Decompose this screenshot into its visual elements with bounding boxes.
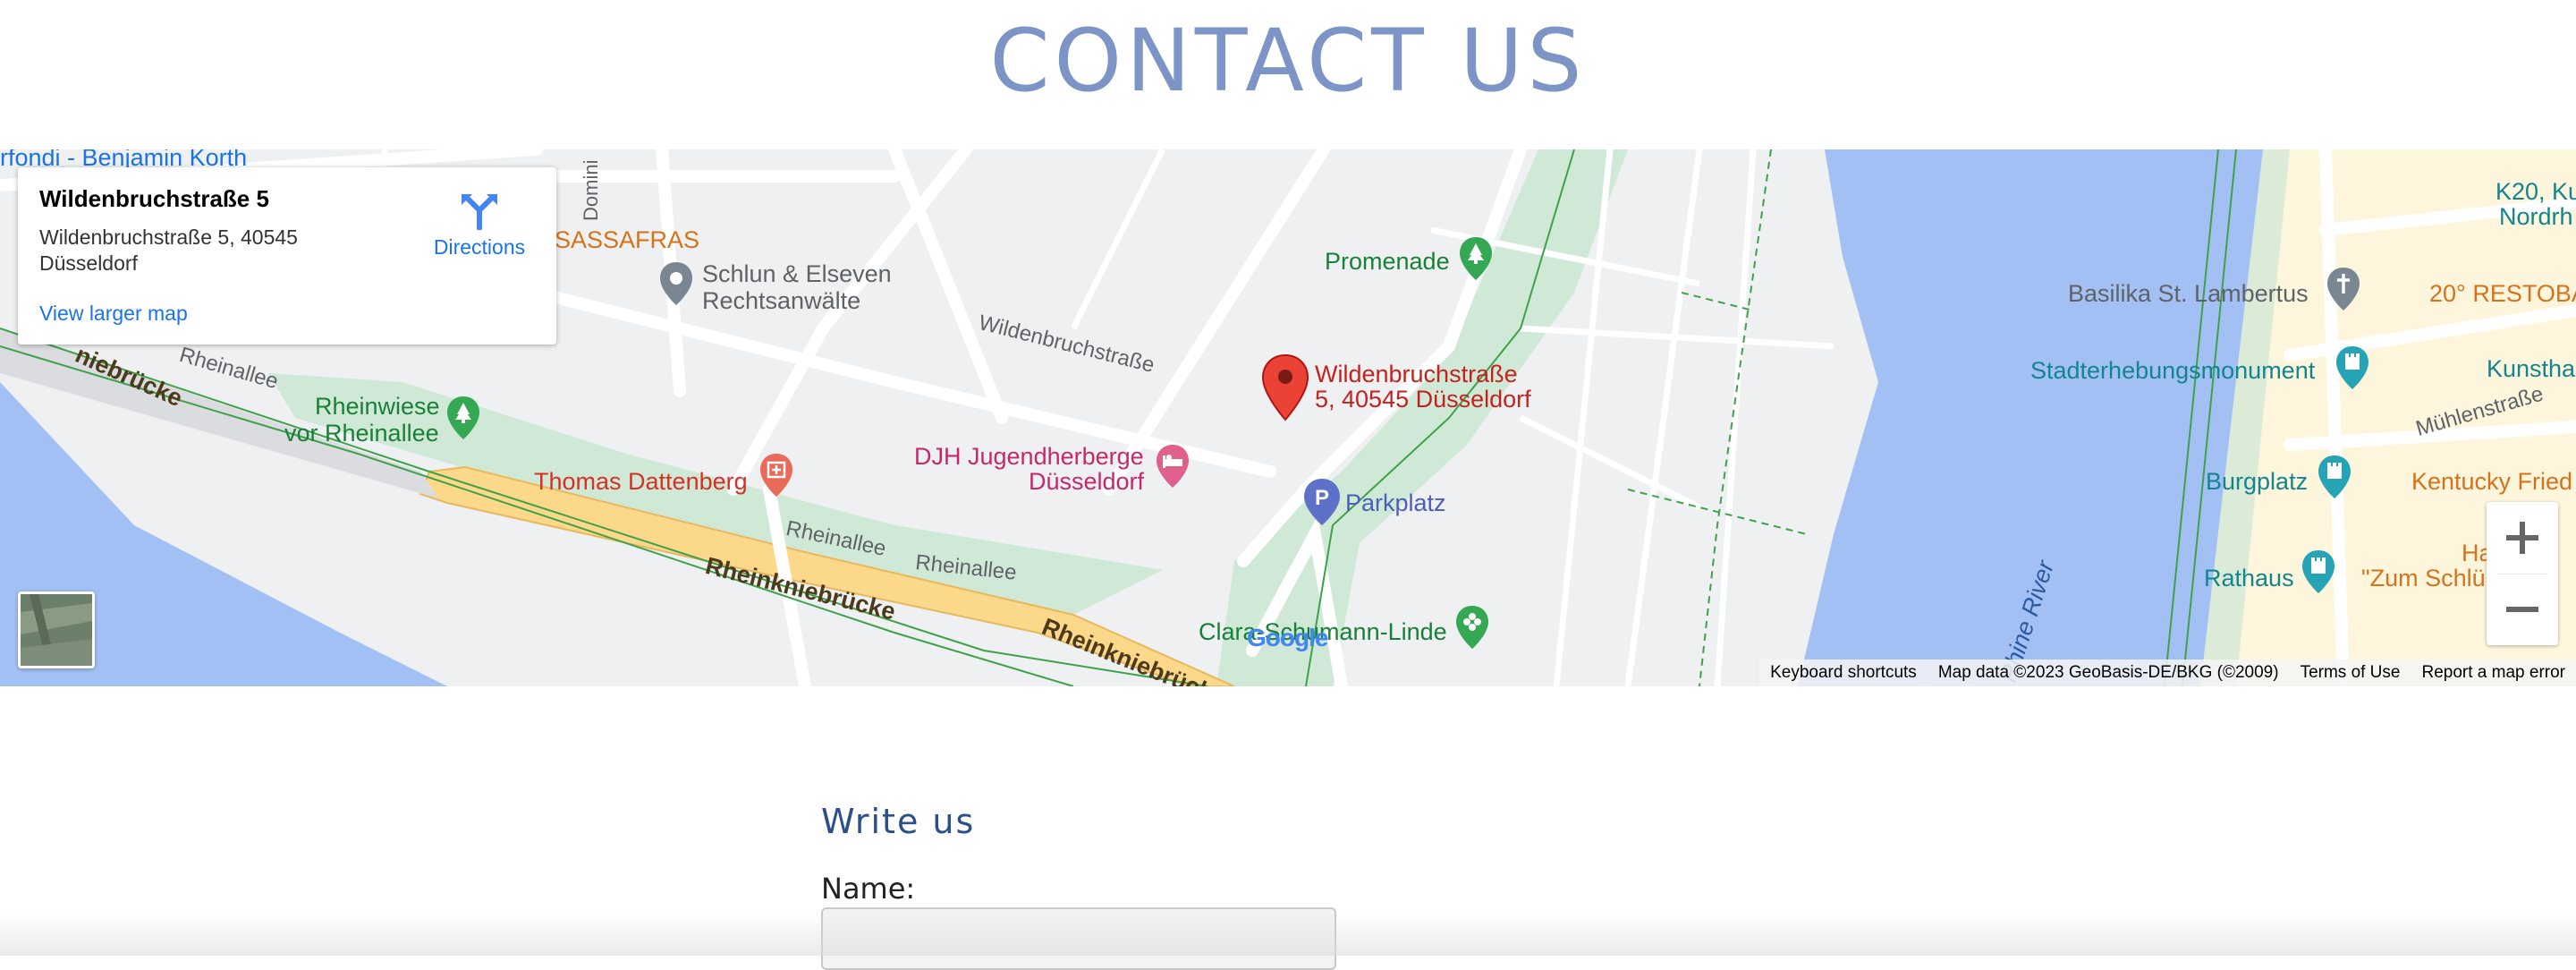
google-logo: Google bbox=[1247, 624, 1328, 651]
monument-icon-burgplatz[interactable] bbox=[2317, 454, 2352, 505]
street-label-domini: Domini bbox=[580, 159, 602, 221]
place-djh-line1: DJH Jugendherberge bbox=[914, 443, 1144, 470]
svg-text:P: P bbox=[1315, 486, 1329, 510]
place-basilika: Basilika St. Lambertus bbox=[2068, 280, 2309, 307]
marker-label-line2: 5, 40545 Düsseldorf bbox=[1315, 386, 1531, 413]
page-title: CONTACT US bbox=[989, 11, 1587, 111]
name-label: Name: bbox=[821, 872, 916, 906]
zoom-out-button[interactable] bbox=[2487, 574, 2558, 645]
directions-icon bbox=[462, 194, 497, 230]
place-k20-line1: K20, Ku bbox=[2496, 178, 2576, 205]
place-thomas-dattenberg: Thomas Dattenberg bbox=[534, 468, 748, 495]
medical-icon-thomas[interactable] bbox=[758, 452, 794, 503]
place-stadterhebungsmonument: Stadterhebungsmonument bbox=[2030, 357, 2316, 384]
monument-icon-stadt[interactable] bbox=[2334, 345, 2370, 396]
flower-icon-clara[interactable] bbox=[1454, 604, 1490, 655]
form-title: Write us bbox=[821, 802, 976, 841]
place-djh-line2: Düsseldorf bbox=[1029, 468, 1145, 495]
zoom-in-button[interactable] bbox=[2487, 502, 2558, 574]
place-kunstha: Kunstha bbox=[2487, 355, 2576, 382]
map-embed[interactable]: Wildenbruchstraße Rheinallee Rheinallee … bbox=[0, 149, 2576, 686]
directions-button[interactable]: Directions bbox=[426, 185, 533, 266]
place-rathaus: Rathaus bbox=[2204, 565, 2294, 591]
place-restoba: 20° RESTOBA bbox=[2429, 280, 2576, 307]
place-k20-line2: Nordrh bbox=[2499, 203, 2573, 230]
place-schlun-line1: Schlun & Elseven bbox=[702, 260, 892, 287]
monument-icon-rathaus[interactable] bbox=[2301, 549, 2336, 600]
place-burgplatz: Burgplatz bbox=[2206, 468, 2309, 495]
place-title: Wildenbruchstraße 5 bbox=[39, 185, 269, 212]
minus-icon bbox=[2506, 607, 2538, 612]
view-larger-map-link[interactable]: View larger map bbox=[39, 302, 188, 326]
place-schlun-line2: Rechtsanwälte bbox=[702, 287, 861, 314]
tree-icon-rheinwiese[interactable] bbox=[445, 395, 481, 446]
satellite-toggle-button[interactable] bbox=[18, 591, 95, 668]
report-error-link[interactable]: Report a map error bbox=[2411, 663, 2576, 683]
poi-icon-schlun[interactable] bbox=[658, 260, 694, 311]
directions-label: Directions bbox=[433, 235, 526, 259]
place-hausbra-line2: "Zum Schlü bbox=[2361, 565, 2486, 591]
place-sassafras: SASSAFRAS bbox=[555, 226, 700, 253]
place-promenade: Promenade bbox=[1325, 248, 1450, 275]
parking-icon[interactable]: P bbox=[1302, 477, 1342, 532]
church-icon-basilika[interactable] bbox=[2326, 266, 2361, 317]
place-address: Wildenbruchstraße 5, 40545 Düsseldorf bbox=[39, 225, 298, 275]
plus-icon bbox=[2506, 522, 2538, 554]
zoom-control bbox=[2487, 502, 2558, 645]
place-rheinwiese-line1: Rheinwiese bbox=[315, 393, 440, 420]
tree-icon-promenade[interactable] bbox=[1458, 235, 1494, 286]
place-parkplatz: Parkplatz bbox=[1345, 489, 1446, 516]
location-marker-icon[interactable] bbox=[1261, 353, 1309, 426]
terms-link[interactable]: Terms of Use bbox=[2290, 663, 2411, 683]
place-rheinwiese-line2: vor Rheinallee bbox=[284, 420, 439, 447]
name-input[interactable] bbox=[821, 907, 1336, 970]
place-kentucky: Kentucky Fried bbox=[2411, 468, 2573, 495]
marker-label-line1: Wildenbruchstraße bbox=[1315, 361, 1518, 387]
keyboard-shortcuts-link[interactable]: Keyboard shortcuts bbox=[1759, 663, 1928, 683]
place-info-card: Wildenbruchstraße 5 Wildenbruchstraße 5,… bbox=[18, 167, 556, 345]
hotel-icon-djh[interactable] bbox=[1155, 443, 1191, 494]
map-attribution-bar: Keyboard shortcuts Map data ©2023 GeoBas… bbox=[1759, 659, 2576, 686]
map-data-credit: Map data ©2023 GeoBasis-DE/BKG (©2009) bbox=[1937, 663, 2279, 682]
